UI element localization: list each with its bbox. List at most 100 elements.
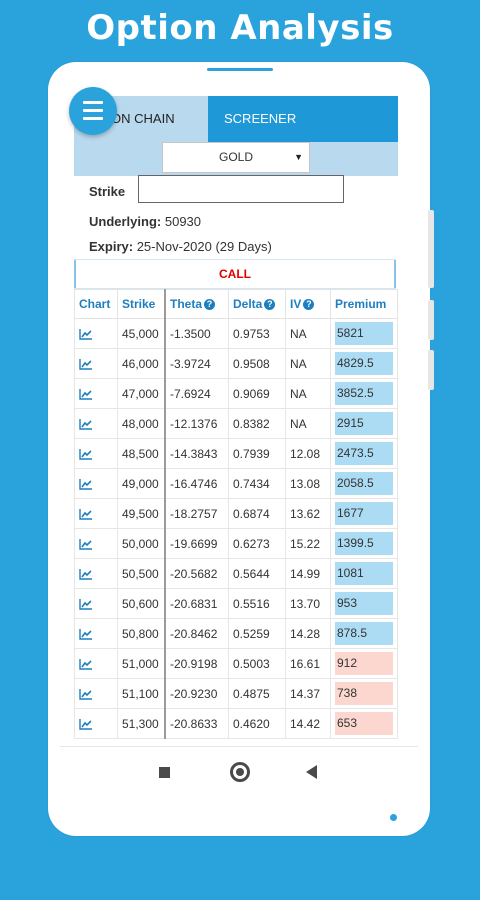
cell-theta: -20.8462	[164, 618, 229, 649]
premium-value: 1399.5	[335, 532, 393, 555]
phone-side-button-mid	[428, 300, 434, 340]
line-chart-icon[interactable]	[79, 717, 93, 731]
strike-label: Strike	[89, 184, 126, 199]
cell-strike: 50,800	[117, 618, 166, 649]
cell-theta: -18.2757	[164, 498, 229, 529]
cell-iv: 15.22	[285, 528, 331, 559]
cell-strike: 50,600	[117, 588, 166, 619]
cell-chart[interactable]	[74, 678, 118, 709]
table-row[interactable]: 45,000 -1.3500 0.9753 NA 5821	[74, 318, 398, 349]
cell-strike: 48,000	[117, 408, 166, 439]
cell-theta: -20.5682	[164, 558, 229, 589]
help-icon[interactable]: ?	[264, 299, 276, 311]
line-chart-icon[interactable]	[79, 657, 93, 671]
line-chart-icon[interactable]	[79, 687, 93, 701]
cell-chart[interactable]	[74, 618, 118, 649]
underlying-label: Underlying:	[89, 214, 162, 229]
tab-screener[interactable]: SCREENER	[208, 96, 398, 142]
table-row[interactable]: 48,500 -14.3843 0.7939 12.08 2473.5	[74, 438, 398, 469]
help-icon[interactable]: ?	[204, 299, 216, 311]
premium-value: 878.5	[335, 622, 393, 645]
line-chart-icon[interactable]	[79, 357, 93, 371]
line-chart-icon[interactable]	[79, 537, 93, 551]
line-chart-icon[interactable]	[79, 447, 93, 461]
cell-premium: 912	[330, 648, 398, 679]
cell-strike: 46,000	[117, 348, 166, 379]
square-icon[interactable]	[159, 767, 170, 778]
cell-strike: 49,000	[117, 468, 166, 499]
line-chart-icon[interactable]	[79, 417, 93, 431]
table-row[interactable]: 50,800 -20.8462 0.5259 14.28 878.5	[74, 618, 398, 649]
android-nav-bar	[60, 746, 418, 797]
table-row[interactable]: 50,600 -20.6831 0.5516 13.70 953	[74, 588, 398, 619]
cell-premium: 2473.5	[330, 438, 398, 469]
page-headline: Option Analysis	[86, 8, 394, 48]
cell-iv: 13.08	[285, 468, 331, 499]
cell-chart[interactable]	[74, 378, 118, 409]
cell-chart[interactable]	[74, 348, 118, 379]
cell-strike: 51,300	[117, 708, 166, 739]
cell-iv: NA	[285, 318, 331, 349]
cell-premium: 653	[330, 708, 398, 739]
premium-value: 1081	[335, 562, 393, 585]
premium-value: 653	[335, 712, 393, 735]
cell-delta: 0.5259	[228, 618, 286, 649]
cell-strike: 50,500	[117, 558, 166, 589]
table-row[interactable]: 51,000 -20.9198 0.5003 16.61 912	[74, 648, 398, 679]
commodity-select[interactable]: GOLD ▼	[162, 142, 310, 173]
help-icon[interactable]: ?	[303, 299, 315, 311]
cell-delta: 0.7434	[228, 468, 286, 499]
table-row[interactable]: 46,000 -3.9724 0.9508 NA 4829.5	[74, 348, 398, 379]
line-chart-icon[interactable]	[79, 387, 93, 401]
strike-input[interactable]	[138, 175, 344, 203]
cell-chart[interactable]	[74, 588, 118, 619]
cell-chart[interactable]	[74, 708, 118, 739]
cell-premium: 1081	[330, 558, 398, 589]
call-section-header: CALL	[74, 259, 396, 289]
table-row[interactable]: 47,000 -7.6924 0.9069 NA 3852.5	[74, 378, 398, 409]
line-chart-icon[interactable]	[79, 477, 93, 491]
cell-premium: 1677	[330, 498, 398, 529]
cell-iv: 14.42	[285, 708, 331, 739]
cell-chart[interactable]	[74, 498, 118, 529]
premium-value: 2058.5	[335, 472, 393, 495]
cell-delta: 0.5003	[228, 648, 286, 679]
hamburger-icon[interactable]	[69, 87, 117, 135]
table-row[interactable]: 51,300 -20.8633 0.4620 14.42 653	[74, 708, 398, 739]
table-row[interactable]: 50,500 -20.5682 0.5644 14.99 1081	[74, 558, 398, 589]
table-row[interactable]: 49,500 -18.2757 0.6874 13.62 1677	[74, 498, 398, 529]
line-chart-icon[interactable]	[79, 627, 93, 641]
page-indicator-dot	[390, 814, 397, 821]
phone-side-button-top	[428, 210, 434, 288]
line-chart-icon[interactable]	[79, 567, 93, 581]
premium-value: 912	[335, 652, 393, 675]
cell-iv: 16.61	[285, 648, 331, 679]
cell-chart[interactable]	[74, 648, 118, 679]
circle-icon[interactable]	[230, 762, 250, 782]
cell-premium: 738	[330, 678, 398, 709]
cell-chart[interactable]	[74, 318, 118, 349]
col-header-strike: Strike	[117, 289, 166, 319]
premium-value: 1677	[335, 502, 393, 525]
cell-chart[interactable]	[74, 528, 118, 559]
line-chart-icon[interactable]	[79, 327, 93, 341]
cell-iv: 13.62	[285, 498, 331, 529]
table-row[interactable]: 48,000 -12.1376 0.8382 NA 2915	[74, 408, 398, 439]
cell-premium: 2058.5	[330, 468, 398, 499]
cell-chart[interactable]	[74, 408, 118, 439]
cell-delta: 0.8382	[228, 408, 286, 439]
cell-strike: 48,500	[117, 438, 166, 469]
cell-theta: -20.9198	[164, 648, 229, 679]
table-row[interactable]: 51,100 -20.9230 0.4875 14.37 738	[74, 678, 398, 709]
cell-strike: 51,100	[117, 678, 166, 709]
table-row[interactable]: 49,000 -16.4746 0.7434 13.08 2058.5	[74, 468, 398, 499]
triangle-icon[interactable]	[306, 765, 317, 779]
cell-delta: 0.4875	[228, 678, 286, 709]
expiry-row: Expiry: 25-Nov-2020 (29 Days)	[89, 239, 272, 254]
table-row[interactable]: 50,000 -19.6699 0.6273 15.22 1399.5	[74, 528, 398, 559]
line-chart-icon[interactable]	[79, 597, 93, 611]
line-chart-icon[interactable]	[79, 507, 93, 521]
cell-chart[interactable]	[74, 468, 118, 499]
cell-chart[interactable]	[74, 558, 118, 589]
cell-chart[interactable]	[74, 438, 118, 469]
